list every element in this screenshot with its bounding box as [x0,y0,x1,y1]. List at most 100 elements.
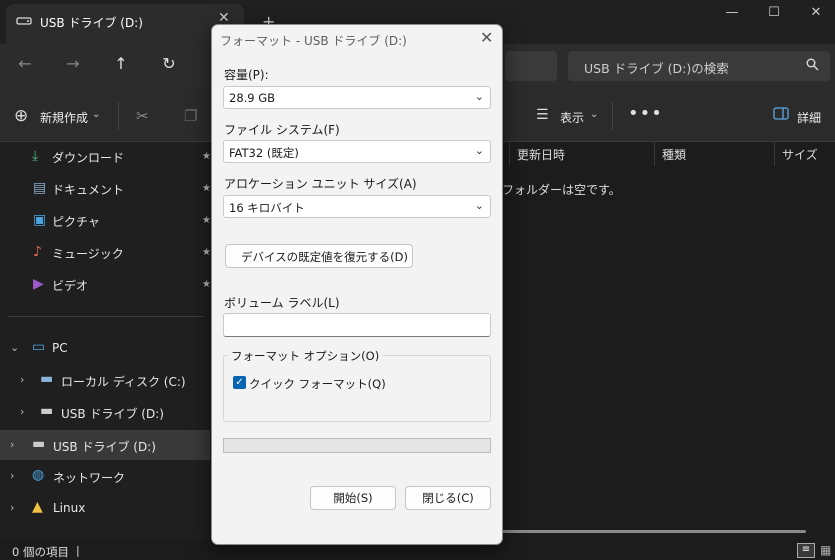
refresh-icon[interactable]: ↻ [156,54,182,76]
picture-icon: ▣ [33,212,47,228]
download-icon: ⤓ [32,148,39,164]
capacity-value: 28.9 GB [229,91,276,105]
close-icon[interactable]: ✕ [480,28,493,47]
sidebar-item-local-disk[interactable]: › ▬ ローカル ディスク (C:) [0,366,210,394]
maximize-icon[interactable]: ☐ [754,4,794,30]
copy-icon[interactable]: ❐ [184,107,197,125]
filesystem-value: FAT32 (既定) [229,146,299,160]
sidebar-item-usb-drive-child[interactable]: › ▬ USB ドライブ (D:) [0,398,210,426]
allocation-unit-dropdown[interactable]: 16 キロバイト ⌄ [223,195,491,218]
sidebar-item-music[interactable]: ♪ ミュージック ★ [0,238,211,266]
drive-icon [16,17,32,25]
sidebar-item-label: ピクチャ [52,215,100,229]
chevron-right-icon[interactable]: › [10,438,14,451]
close-button[interactable]: 閉じる(C) [405,486,491,510]
minimize-icon[interactable]: — [712,4,752,30]
sidebar-item-linux[interactable]: › ▲ Linux [0,494,210,522]
start-button[interactable]: 開始(S) [310,486,396,510]
sidebar-item-pictures[interactable]: ▣ ピクチャ ★ [0,206,211,234]
chevron-right-icon[interactable]: › [20,405,24,418]
quick-format-checkbox[interactable]: ✓ [233,376,246,389]
column-header-size[interactable]: サイズ [782,146,818,163]
sidebar-item-downloads[interactable]: ⤓ ダウンロード ★ [0,142,211,170]
view-icon[interactable]: ☰ [536,107,549,123]
video-icon: ▶ [33,276,44,292]
tiles-view-icon[interactable]: ▦ [820,543,831,557]
tab-label: USB ドライブ (D:) [40,16,143,30]
chevron-right-icon[interactable]: › [10,501,14,514]
horizontal-scrollbar[interactable] [490,530,806,533]
sidebar-item-documents[interactable]: ▤ ドキュメント ★ [0,174,211,202]
sidebar-item-label: PC [52,341,68,355]
chevron-down-icon[interactable]: ⌄ [590,109,598,120]
hard-drive-icon: ▬ [40,371,54,387]
column-divider [654,142,655,166]
sidebar-item-label: ローカル ディスク (C:) [61,375,186,389]
format-progress-bar [223,438,491,453]
format-options-legend: フォーマット オプション(O) [228,348,383,364]
chevron-down-icon: ⌄ [474,90,484,103]
allocation-unit-value: 16 キロバイト [229,201,305,215]
cut-icon[interactable]: ✂ [136,107,149,125]
volume-label-label: ボリューム ラベル(L) [224,296,340,310]
sidebar-item-label: ミュージック [52,247,124,261]
chevron-right-icon[interactable]: › [10,469,14,482]
document-icon: ▤ [33,180,47,196]
details-view-icon[interactable]: ≡ [797,543,815,558]
sidebar-divider [8,316,204,317]
new-button[interactable]: 新規作成 [40,109,88,126]
capacity-dropdown[interactable]: 28.9 GB ⌄ [223,86,491,109]
forward-icon[interactable]: → [60,54,86,76]
empty-folder-message: フォルダーは空です。 [502,183,621,197]
drive-icon: ▬ [32,436,46,452]
filesystem-dropdown[interactable]: FAT32 (既定) ⌄ [223,140,491,163]
volume-label-input[interactable] [223,313,491,337]
network-icon: ◍ [32,467,45,483]
linux-penguin-icon: ▲ [32,499,43,515]
sidebar-item-pc[interactable]: ⌄ ▭ PC [0,334,210,362]
sidebar-item-network[interactable]: › ◍ ネットワーク [0,462,210,490]
capacity-label: 容量(P): [224,68,269,82]
sidebar-item-label: ダウンロード [52,151,125,165]
sidebar-item-label: USB ドライブ (D:) [53,440,156,454]
details-pane-icon[interactable] [773,107,789,120]
dialog-title: フォーマット - USB ドライブ (D:) [220,34,407,48]
quick-format-label[interactable]: クイック フォーマット(Q) [249,376,386,392]
column-header-modified[interactable]: 更新日時 [517,146,565,163]
column-divider [774,142,775,166]
up-icon[interactable]: ↑ [108,54,134,76]
status-divider: | [76,544,80,557]
more-options-icon[interactable]: ••• [628,103,663,124]
filesystem-label: ファイル システム(F) [224,123,340,137]
chevron-right-icon[interactable]: › [20,373,24,386]
sidebar-item-videos[interactable]: ▶ ビデオ ★ [0,270,211,298]
window-close-icon[interactable]: ✕ [796,4,835,30]
monitor-icon: ▭ [32,339,46,355]
restore-defaults-label: デバイスの既定値を復元する(D) [241,250,408,264]
column-header-type[interactable]: 種類 [662,146,686,163]
sidebar-item-usb-drive[interactable]: › ▬ USB ドライブ (D:) [0,431,210,459]
add-circle-icon[interactable]: ⊕ [14,106,28,126]
chevron-down-icon[interactable]: ⌄ [10,341,19,354]
allocation-unit-label: アロケーション ユニット サイズ(A) [224,177,417,191]
sidebar-item-label: ネットワーク [53,471,126,485]
column-divider [509,142,510,166]
toolbar-divider [612,102,613,130]
chevron-down-icon: ⌄ [474,144,484,157]
item-count: 0 個の項目 [12,545,69,559]
back-icon[interactable]: ← [12,54,38,76]
toolbar-divider [118,102,119,130]
music-icon: ♪ [33,244,42,260]
sidebar-item-label: ビデオ [52,279,89,293]
sidebar-item-label: ドキュメント [52,183,125,197]
search-icon[interactable] [806,58,819,71]
drive-icon: ▬ [40,403,54,419]
details-button[interactable]: 詳細 [797,109,821,126]
sidebar-item-label: Linux [53,501,86,515]
address-bar[interactable] [505,51,557,81]
chevron-down-icon: ⌄ [474,199,484,212]
view-button[interactable]: 表示 [560,109,584,126]
sidebar-item-label: USB ドライブ (D:) [61,407,164,421]
chevron-down-icon[interactable]: ⌄ [92,109,100,120]
search-placeholder: USB ドライブ (D:)の検索 [584,61,729,76]
